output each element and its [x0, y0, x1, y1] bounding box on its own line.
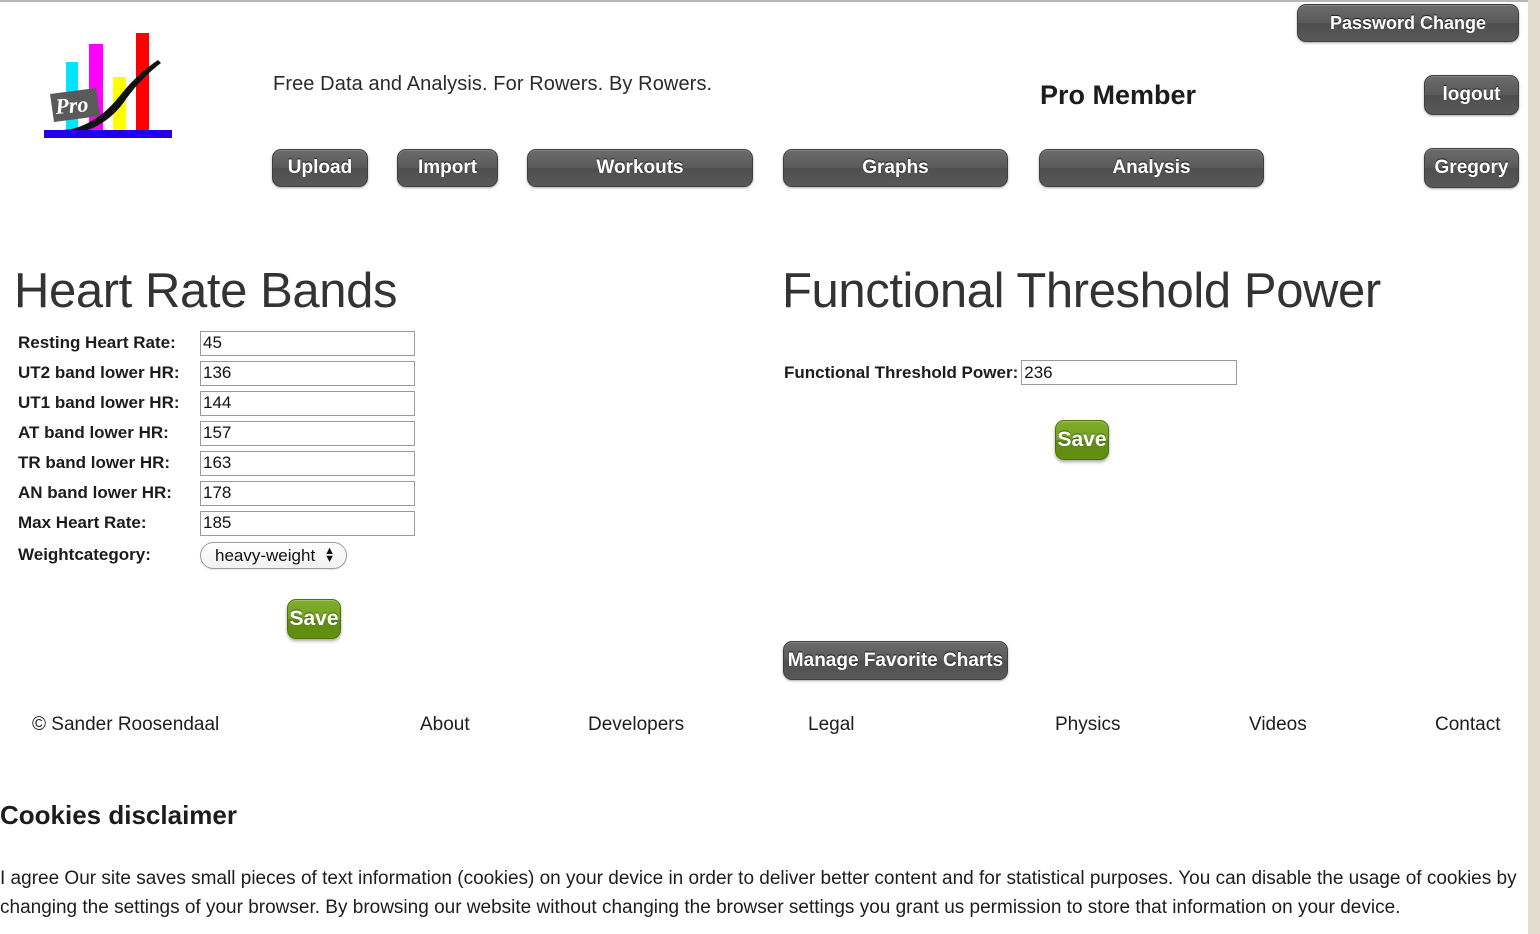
- form-row: Max Heart Rate:: [18, 508, 415, 538]
- tr-band-lower-hr-input[interactable]: [200, 450, 415, 476]
- membership-status: Pro Member: [1040, 80, 1197, 110]
- an-band-lower-hr-label: AN band lower HR:: [18, 483, 172, 502]
- form-row: AT band lower HR:: [18, 418, 415, 448]
- cookies-agree-link[interactable]: I agree: [0, 868, 59, 889]
- form-row: Resting Heart Rate:: [18, 328, 415, 358]
- resting-heart-rate-input[interactable]: [200, 330, 415, 356]
- at-band-lower-hr-input[interactable]: [200, 420, 415, 446]
- cookies-disclaimer-title: Cookies disclaimer: [0, 799, 237, 830]
- manage-favorite-charts-button[interactable]: Manage Favorite Charts: [783, 641, 1008, 680]
- svg-text:Pro: Pro: [53, 91, 89, 119]
- heart-rate-bands-title: Heart Rate Bands: [14, 263, 398, 318]
- ut2-band-lower-hr-input[interactable]: [200, 360, 415, 386]
- footer-link-legal[interactable]: Legal: [808, 714, 855, 736]
- save-heart-rate-bands-button[interactable]: Save: [287, 599, 341, 639]
- logout-button[interactable]: logout: [1424, 75, 1519, 115]
- ut1-band-lower-hr-input[interactable]: [200, 390, 415, 416]
- cookies-disclaimer-text: Our site saves small pieces of text info…: [0, 868, 1517, 918]
- form-row: UT2 band lower HR:: [18, 358, 415, 388]
- weight-category-select[interactable]: heavy-weight: [200, 541, 347, 569]
- nav-graphs-button[interactable]: Graphs: [783, 149, 1008, 187]
- footer-link-about[interactable]: About: [420, 714, 470, 736]
- form-row: AN band lower HR:: [18, 478, 415, 508]
- heart-rate-bands-form: Resting Heart Rate: UT2 band lower HR: U…: [18, 328, 415, 572]
- form-row: Weightcategory: heavy-weight ▲ ▼: [18, 538, 415, 572]
- cookies-disclaimer-body: I agree Our site saves small pieces of t…: [0, 864, 1520, 922]
- ftp-form-row: Functional Threshold Power:: [784, 360, 1238, 385]
- user-profile-button[interactable]: Gregory: [1424, 148, 1519, 188]
- footer-link-developers[interactable]: Developers: [588, 714, 684, 736]
- form-row: TR band lower HR:: [18, 448, 415, 478]
- save-ftp-button[interactable]: Save: [1055, 420, 1109, 460]
- copyright-text: © Sander Roosendaal: [32, 714, 220, 735]
- at-band-lower-hr-label: AT band lower HR:: [18, 423, 169, 442]
- ut2-band-lower-hr-label: UT2 band lower HR:: [18, 363, 180, 382]
- tr-band-lower-hr-label: TR band lower HR:: [18, 453, 171, 472]
- site-tagline: Free Data and Analysis. For Rowers. By R…: [273, 73, 713, 95]
- password-change-button[interactable]: Password Change: [1297, 4, 1519, 42]
- right-gutter: [1528, 0, 1540, 934]
- ftp-input[interactable]: [1021, 360, 1238, 385]
- footer-link-videos[interactable]: Videos: [1249, 714, 1307, 736]
- an-band-lower-hr-input[interactable]: [200, 480, 415, 506]
- ut1-band-lower-hr-label: UT1 band lower HR:: [18, 393, 180, 412]
- nav-upload-button[interactable]: Upload: [272, 149, 368, 187]
- functional-threshold-power-title: Functional Threshold Power: [782, 263, 1381, 318]
- nav-workouts-button[interactable]: Workouts: [527, 149, 753, 187]
- site-logo[interactable]: Pro: [36, 18, 178, 139]
- weight-category-label: Weightcategory:: [18, 545, 151, 564]
- page-root: Pro Free Data and Analysis. For Rowers. …: [0, 0, 1540, 934]
- weight-category-select-wrapper: heavy-weight ▲ ▼: [200, 541, 347, 569]
- footer-link-contact[interactable]: Contact: [1435, 714, 1500, 736]
- max-heart-rate-label: Max Heart Rate:: [18, 513, 147, 532]
- nav-analysis-button[interactable]: Analysis: [1039, 149, 1264, 187]
- footer-link-physics[interactable]: Physics: [1055, 714, 1120, 736]
- form-row: UT1 band lower HR:: [18, 388, 415, 418]
- resting-heart-rate-label: Resting Heart Rate:: [18, 333, 176, 352]
- ftp-label: Functional Threshold Power:: [784, 362, 1019, 382]
- nav-import-button[interactable]: Import: [397, 149, 498, 187]
- max-heart-rate-input[interactable]: [200, 510, 415, 536]
- page-content: Pro Free Data and Analysis. For Rowers. …: [0, 0, 1528, 934]
